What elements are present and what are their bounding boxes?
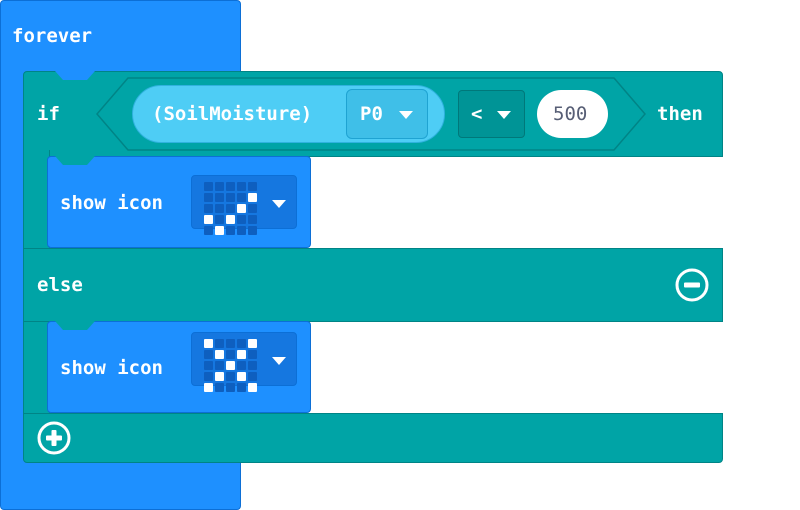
led-off [237,226,246,235]
forever-label: forever [12,25,93,47]
pin-dropdown[interactable]: P0 [346,89,428,139]
led-on [204,215,213,224]
led-off [248,226,257,235]
block-notch [55,156,95,165]
led-off [248,372,257,381]
caret-down-icon [399,111,413,119]
show-icon-block-1[interactable]: show icon [47,156,311,248]
value-input[interactable]: 500 [537,90,608,138]
led-off [226,182,235,191]
led-on [226,215,235,224]
led-on [237,204,246,213]
led-off [237,193,246,202]
led-off [204,372,213,381]
led-off [226,350,235,359]
led-off [226,193,235,202]
show-icon-label: show icon [60,192,163,214]
led-off [204,193,213,202]
led-off [237,215,246,224]
block-notch [55,71,95,80]
led-on [237,350,246,359]
icon-picker-1[interactable] [191,175,297,235]
led-off [237,182,246,191]
led-off [204,226,213,235]
led-off [226,226,235,235]
led-on [204,339,213,348]
pin-value: P0 [360,103,383,125]
led-off [215,204,224,213]
operator-dropdown[interactable]: < [458,90,525,138]
show-icon-block-2[interactable]: show icon [47,321,311,413]
led-off [204,204,213,213]
led-off [237,361,246,370]
led-off [226,383,235,392]
caret-down-icon [272,200,286,208]
led-off [226,204,235,213]
led-off [215,339,224,348]
led-grid [204,339,257,392]
led-on [204,383,213,392]
led-on [226,361,235,370]
led-off [237,339,246,348]
led-off [248,182,257,191]
if-bottom-row[interactable] [23,413,723,463]
caret-down-icon [272,357,286,365]
led-off [215,215,224,224]
value-text: 500 [553,103,588,125]
caret-down-icon [497,111,511,119]
led-off [226,339,235,348]
soil-moisture-label: (SoilMoisture) [152,103,313,125]
led-on [248,193,257,202]
icon-picker-2[interactable] [191,332,297,392]
show-icon-label: show icon [60,357,163,379]
led-off [204,182,213,191]
operator-value: < [471,103,483,125]
led-off [215,383,224,392]
led-on [248,339,257,348]
led-on [215,350,224,359]
else-row[interactable] [23,248,723,322]
then-label: then [657,103,703,125]
led-on [237,372,246,381]
led-off [204,350,213,359]
led-off [215,182,224,191]
led-off [248,350,257,359]
led-on [248,383,257,392]
block-notch [55,321,95,330]
led-off [237,383,246,392]
led-on [215,372,224,381]
led-off [248,204,257,213]
led-off [248,215,257,224]
plus-circle-icon[interactable] [37,421,71,455]
minus-circle-icon[interactable] [675,268,709,302]
led-off [215,193,224,202]
else-label: else [37,274,83,296]
led-off [204,361,213,370]
led-grid [204,182,257,235]
led-on [215,226,224,235]
led-off [248,361,257,370]
led-off [215,361,224,370]
if-label: if [37,103,60,125]
led-off [226,372,235,381]
